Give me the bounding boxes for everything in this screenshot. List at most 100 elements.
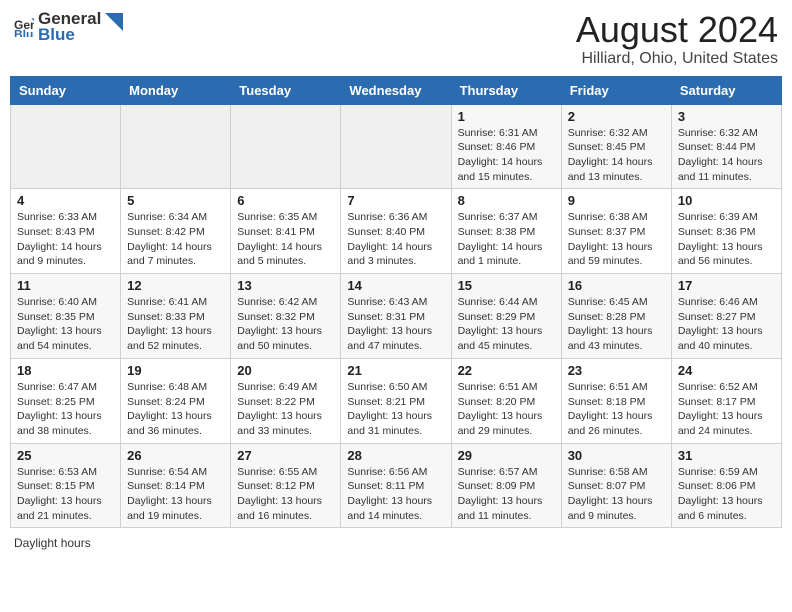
calendar-week-row: 11 Sunrise: 6:40 AMSunset: 8:35 PMDayligh… <box>11 274 782 359</box>
day-number: 29 <box>458 448 555 463</box>
calendar-footer: Daylight hours <box>10 536 782 550</box>
calendar-cell: 24 Sunrise: 6:52 AMSunset: 8:17 PMDayligh… <box>671 358 781 443</box>
calendar-cell: 29 Sunrise: 6:57 AMSunset: 8:09 PMDayligh… <box>451 443 561 528</box>
calendar-cell: 8 Sunrise: 6:37 AMSunset: 8:38 PMDaylight… <box>451 189 561 274</box>
day-number: 2 <box>568 109 665 124</box>
day-info: Sunrise: 6:38 AMSunset: 8:37 PMDaylight:… <box>568 210 665 269</box>
calendar-week-row: 25Sunrise: 6:53 AMSunset: 8:15 PMDayligh… <box>11 443 782 528</box>
day-info: Sunrise: 6:55 AMSunset: 8:12 PMDaylight:… <box>237 465 334 524</box>
svg-text:Blue: Blue <box>14 28 34 38</box>
day-info: Sunrise: 6:39 AMSunset: 8:36 PMDaylight:… <box>678 210 775 269</box>
day-number: 10 <box>678 193 775 208</box>
day-info: Sunrise: 6:37 AMSunset: 8:38 PMDaylight:… <box>458 210 555 269</box>
calendar-cell <box>121 104 231 189</box>
day-info: Sunrise: 6:56 AMSunset: 8:11 PMDaylight:… <box>347 465 444 524</box>
day-info: Sunrise: 6:41 AMSunset: 8:33 PMDaylight:… <box>127 295 224 354</box>
calendar-week-row: 4Sunrise: 6:33 AMSunset: 8:43 PMDaylight… <box>11 189 782 274</box>
calendar-cell: 2 Sunrise: 6:32 AMSunset: 8:45 PMDaylight… <box>561 104 671 189</box>
calendar-cell: 21 Sunrise: 6:50 AMSunset: 8:21 PMDayligh… <box>341 358 451 443</box>
calendar-week-row: 18 Sunrise: 6:47 AMSunset: 8:25 PMDayligh… <box>11 358 782 443</box>
day-info: Sunrise: 6:51 AMSunset: 8:18 PMDaylight:… <box>568 380 665 439</box>
daylight-label: Daylight hours <box>14 536 91 550</box>
day-info: Sunrise: 6:31 AMSunset: 8:46 PMDaylight:… <box>458 126 555 185</box>
day-number: 18 <box>17 363 114 378</box>
day-info: Sunrise: 6:40 AMSunset: 8:35 PMDaylight:… <box>17 295 114 354</box>
day-info: Sunrise: 6:59 AMSunset: 8:06 PMDaylight:… <box>678 465 775 524</box>
calendar-header-wednesday: Wednesday <box>341 76 451 104</box>
day-info: Sunrise: 6:57 AMSunset: 8:09 PMDaylight:… <box>458 465 555 524</box>
page-header: General Blue General Blue August 2024 Hi… <box>10 10 782 68</box>
calendar-cell: 19Sunrise: 6:48 AMSunset: 8:24 PMDayligh… <box>121 358 231 443</box>
day-info: Sunrise: 6:47 AMSunset: 8:25 PMDaylight:… <box>17 380 114 439</box>
day-number: 8 <box>458 193 555 208</box>
day-number: 20 <box>237 363 334 378</box>
calendar-header-row: SundayMondayTuesdayWednesdayThursdayFrid… <box>11 76 782 104</box>
day-info: Sunrise: 6:54 AMSunset: 8:14 PMDaylight:… <box>127 465 224 524</box>
day-info: Sunrise: 6:50 AMSunset: 8:21 PMDaylight:… <box>347 380 444 439</box>
calendar-cell <box>231 104 341 189</box>
calendar-cell: 7 Sunrise: 6:36 AMSunset: 8:40 PMDaylight… <box>341 189 451 274</box>
location: Hilliard, Ohio, United States <box>576 50 778 68</box>
day-number: 11 <box>17 278 114 293</box>
logo-icon: General Blue <box>14 17 34 37</box>
day-number: 14 <box>347 278 444 293</box>
day-info: Sunrise: 6:34 AMSunset: 8:42 PMDaylight:… <box>127 210 224 269</box>
day-number: 7 <box>347 193 444 208</box>
calendar-cell: 28 Sunrise: 6:56 AMSunset: 8:11 PMDayligh… <box>341 443 451 528</box>
day-info: Sunrise: 6:46 AMSunset: 8:27 PMDaylight:… <box>678 295 775 354</box>
day-number: 28 <box>347 448 444 463</box>
calendar-cell: 16 Sunrise: 6:45 AMSunset: 8:28 PMDayligh… <box>561 274 671 359</box>
calendar-table: SundayMondayTuesdayWednesdayThursdayFrid… <box>10 76 782 529</box>
day-info: Sunrise: 6:51 AMSunset: 8:20 PMDaylight:… <box>458 380 555 439</box>
calendar-cell: 23 Sunrise: 6:51 AMSunset: 8:18 PMDayligh… <box>561 358 671 443</box>
day-info: Sunrise: 6:52 AMSunset: 8:17 PMDaylight:… <box>678 380 775 439</box>
calendar-cell <box>341 104 451 189</box>
day-number: 25 <box>17 448 114 463</box>
day-info: Sunrise: 6:32 AMSunset: 8:45 PMDaylight:… <box>568 126 665 185</box>
day-number: 3 <box>678 109 775 124</box>
day-info: Sunrise: 6:44 AMSunset: 8:29 PMDaylight:… <box>458 295 555 354</box>
day-number: 4 <box>17 193 114 208</box>
day-info: Sunrise: 6:36 AMSunset: 8:40 PMDaylight:… <box>347 210 444 269</box>
calendar-header-sunday: Sunday <box>11 76 121 104</box>
calendar-cell <box>11 104 121 189</box>
calendar-header-thursday: Thursday <box>451 76 561 104</box>
calendar-cell: 15 Sunrise: 6:44 AMSunset: 8:29 PMDayligh… <box>451 274 561 359</box>
calendar-cell: 18 Sunrise: 6:47 AMSunset: 8:25 PMDayligh… <box>11 358 121 443</box>
day-info: Sunrise: 6:32 AMSunset: 8:44 PMDaylight:… <box>678 126 775 185</box>
calendar-cell: 11 Sunrise: 6:40 AMSunset: 8:35 PMDayligh… <box>11 274 121 359</box>
calendar-cell: 14 Sunrise: 6:43 AMSunset: 8:31 PMDayligh… <box>341 274 451 359</box>
calendar-week-row: 1Sunrise: 6:31 AMSunset: 8:46 PMDaylight… <box>11 104 782 189</box>
calendar-cell: 13 Sunrise: 6:42 AMSunset: 8:32 PMDayligh… <box>231 274 341 359</box>
calendar-cell: 17Sunrise: 6:46 AMSunset: 8:27 PMDayligh… <box>671 274 781 359</box>
calendar-cell: 6Sunrise: 6:35 AMSunset: 8:41 PMDaylight… <box>231 189 341 274</box>
day-info: Sunrise: 6:43 AMSunset: 8:31 PMDaylight:… <box>347 295 444 354</box>
day-number: 19 <box>127 363 224 378</box>
calendar-cell: 10 Sunrise: 6:39 AMSunset: 8:36 PMDayligh… <box>671 189 781 274</box>
day-number: 15 <box>458 278 555 293</box>
day-number: 26 <box>127 448 224 463</box>
calendar-cell: 5 Sunrise: 6:34 AMSunset: 8:42 PMDaylight… <box>121 189 231 274</box>
day-info: Sunrise: 6:45 AMSunset: 8:28 PMDaylight:… <box>568 295 665 354</box>
day-number: 24 <box>678 363 775 378</box>
day-number: 21 <box>347 363 444 378</box>
calendar-cell: 4Sunrise: 6:33 AMSunset: 8:43 PMDaylight… <box>11 189 121 274</box>
calendar-header-tuesday: Tuesday <box>231 76 341 104</box>
day-number: 16 <box>568 278 665 293</box>
calendar-cell: 27Sunrise: 6:55 AMSunset: 8:12 PMDayligh… <box>231 443 341 528</box>
calendar-header-friday: Friday <box>561 76 671 104</box>
day-info: Sunrise: 6:42 AMSunset: 8:32 PMDaylight:… <box>237 295 334 354</box>
day-number: 5 <box>127 193 224 208</box>
calendar-cell: 22Sunrise: 6:51 AMSunset: 8:20 PMDayligh… <box>451 358 561 443</box>
calendar-cell: 26 Sunrise: 6:54 AMSunset: 8:14 PMDayligh… <box>121 443 231 528</box>
calendar-cell: 12 Sunrise: 6:41 AMSunset: 8:33 PMDayligh… <box>121 274 231 359</box>
month-title: August 2024 <box>576 10 778 50</box>
calendar-cell: 1Sunrise: 6:31 AMSunset: 8:46 PMDaylight… <box>451 104 561 189</box>
day-info: Sunrise: 6:49 AMSunset: 8:22 PMDaylight:… <box>237 380 334 439</box>
day-number: 30 <box>568 448 665 463</box>
calendar-cell: 25Sunrise: 6:53 AMSunset: 8:15 PMDayligh… <box>11 443 121 528</box>
day-number: 13 <box>237 278 334 293</box>
day-number: 12 <box>127 278 224 293</box>
day-number: 9 <box>568 193 665 208</box>
day-number: 23 <box>568 363 665 378</box>
